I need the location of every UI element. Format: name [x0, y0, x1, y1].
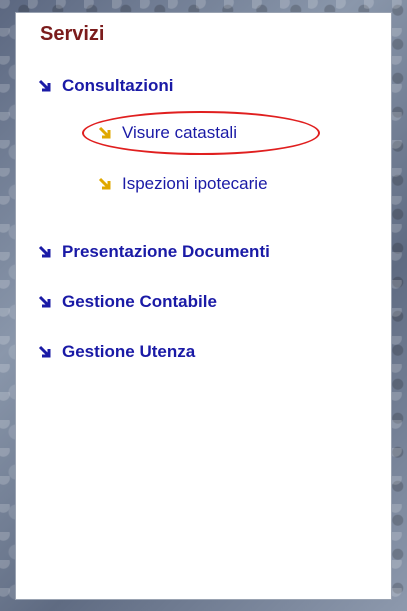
menu-item-presentazione-documenti[interactable]: Presentazione Documenti — [38, 242, 270, 262]
arrow-down-right-icon — [38, 79, 52, 93]
arrow-down-right-icon — [98, 126, 112, 140]
panel-title: Servizi — [40, 23, 105, 45]
arrow-down-right-icon — [98, 177, 112, 191]
arrow-down-right-icon — [38, 295, 52, 309]
menu-item-label: Visure catastali — [122, 123, 237, 142]
menu-item-consultazioni[interactable]: Consultazioni — [38, 76, 173, 96]
menu-item-visure-catastali[interactable]: Visure catastali — [98, 123, 237, 143]
menu-item-gestione-contabile[interactable]: Gestione Contabile — [38, 292, 217, 312]
menu-item-label: Presentazione Documenti — [62, 242, 270, 261]
menu-item-label: Ispezioni ipotecarie — [122, 174, 268, 193]
menu-item-ispezioni-ipotecarie[interactable]: Ispezioni ipotecarie — [98, 174, 268, 194]
services-panel: Servizi Consultazioni Visure catastali I… — [16, 13, 391, 599]
menu-item-label: Consultazioni — [62, 76, 174, 95]
menu-item-gestione-utenza[interactable]: Gestione Utenza — [38, 342, 195, 362]
arrow-down-right-icon — [38, 245, 52, 259]
arrow-down-right-icon — [38, 345, 52, 359]
menu-item-label: Gestione Utenza — [62, 342, 196, 361]
menu-item-label: Gestione Contabile — [62, 292, 217, 311]
